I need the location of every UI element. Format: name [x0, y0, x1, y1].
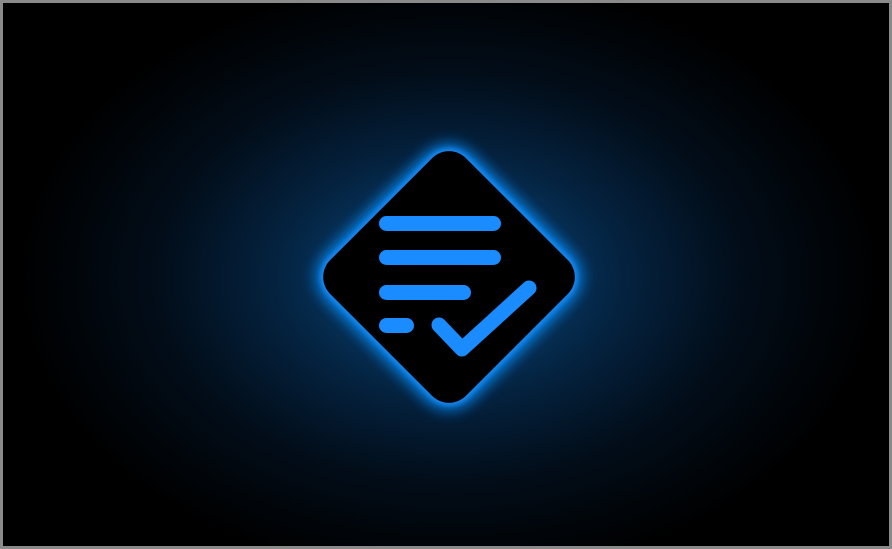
document-line-2 [379, 250, 501, 265]
diamond-badge [323, 151, 575, 403]
document-line-3 [379, 285, 471, 300]
logo-container [3, 3, 889, 546]
screen-frame [0, 0, 892, 549]
document-line-1 [379, 216, 501, 231]
document-line-4 [379, 318, 414, 333]
document-check-icon [321, 149, 577, 405]
